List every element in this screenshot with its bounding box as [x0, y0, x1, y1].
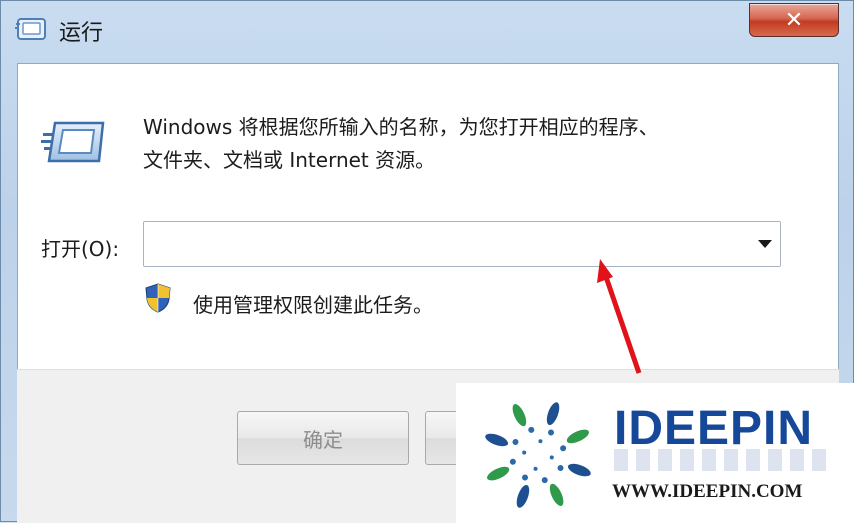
- run-dialog-window: 运行 ✕ Windows 将根据您所输入的名称，为您打开相应的程序、 文件夹、文…: [0, 0, 854, 523]
- open-combobox[interactable]: [143, 221, 781, 267]
- ok-button[interactable]: 确定: [237, 411, 409, 465]
- run-icon: [41, 119, 107, 165]
- uac-shield-icon: [145, 283, 171, 313]
- description-line-1: Windows 将根据您所输入的名称，为您打开相应的程序、: [143, 115, 659, 139]
- description-line-2: 文件夹、文档或 Internet 资源。: [143, 148, 436, 172]
- window-title: 运行: [59, 21, 104, 46]
- watermark: IDEEPIN WWW.IDEEPIN.COM: [456, 383, 854, 523]
- dialog-description: Windows 将根据您所输入的名称，为您打开相应的程序、 文件夹、文档或 In…: [143, 111, 823, 177]
- run-icon: [15, 17, 47, 43]
- close-icon: ✕: [784, 7, 804, 33]
- brand-reflection: [614, 449, 834, 471]
- title-bar[interactable]: 运行 ✕: [1, 1, 854, 57]
- watermark-url: WWW.IDEEPIN.COM: [612, 481, 803, 502]
- chevron-down-icon[interactable]: [758, 240, 772, 248]
- ideepin-logo: [485, 402, 591, 508]
- close-button[interactable]: ✕: [749, 3, 839, 37]
- admin-privilege-note: 使用管理权限创建此任务。: [193, 293, 433, 317]
- open-input[interactable]: [150, 228, 740, 260]
- open-label: 打开(O):: [41, 237, 120, 261]
- watermark-brand: IDEEPIN: [614, 402, 814, 455]
